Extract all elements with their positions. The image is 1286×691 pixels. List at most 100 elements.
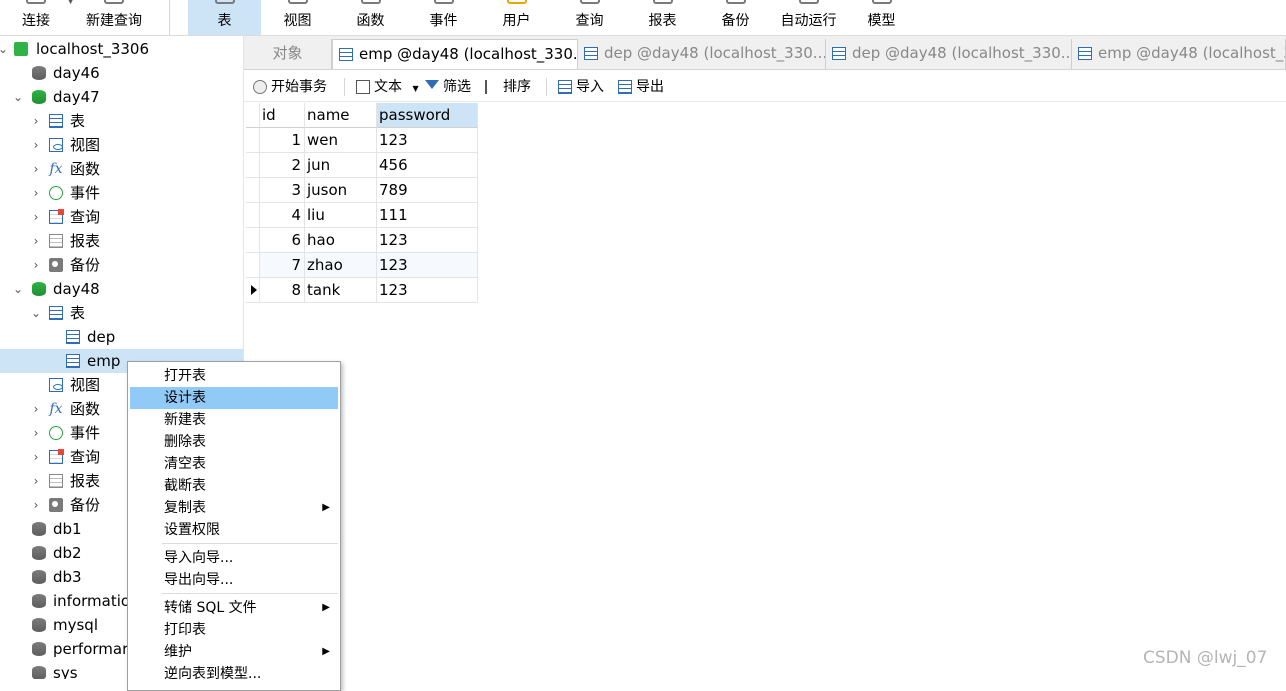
cell-password[interactable]: 789 bbox=[377, 178, 478, 203]
cell-password[interactable]: 123 bbox=[377, 253, 478, 278]
table-row[interactable]: 7 zhao 123 bbox=[246, 253, 478, 278]
chevron-right-icon[interactable]: › bbox=[29, 109, 43, 133]
menu-item-print-table[interactable]: 打印表 bbox=[130, 619, 338, 641]
cell-id[interactable]: 4 bbox=[260, 203, 305, 228]
view-button[interactable]: 视图 bbox=[261, 0, 334, 35]
column-header-id[interactable]: id bbox=[260, 103, 305, 128]
tree-item-table-dep[interactable]: dep bbox=[0, 325, 243, 349]
chevron-right-icon[interactable]: › bbox=[29, 421, 43, 445]
cell-password[interactable]: 123 bbox=[377, 128, 478, 153]
menu-item-open-table[interactable]: 打开表 bbox=[130, 365, 338, 387]
column-header-name[interactable]: name bbox=[305, 103, 377, 128]
cell-name[interactable]: zhao bbox=[305, 253, 377, 278]
row-marker[interactable] bbox=[246, 253, 260, 278]
tree-item-backups[interactable]: › 备份 bbox=[0, 253, 243, 277]
new-query-button[interactable]: 新建查询 bbox=[78, 0, 150, 35]
tree-item-events[interactable]: › 事件 bbox=[0, 181, 243, 205]
text-button[interactable]: 文本 ▼ bbox=[356, 72, 419, 102]
tree-item-queries[interactable]: › 查询 bbox=[0, 205, 243, 229]
chevron-right-icon[interactable]: › bbox=[29, 181, 43, 205]
cell-name[interactable]: juson bbox=[305, 178, 377, 203]
menu-item-maintain[interactable]: 维护 ▶ bbox=[130, 641, 338, 663]
cell-password[interactable]: 111 bbox=[377, 203, 478, 228]
chevron-right-icon[interactable]: › bbox=[29, 493, 43, 517]
chevron-down-icon[interactable]: ⌄ bbox=[29, 301, 43, 325]
menu-item-duplicate-table[interactable]: 复制表 ▶ bbox=[130, 497, 338, 519]
cell-id[interactable]: 3 bbox=[260, 178, 305, 203]
menu-item-design-table[interactable]: 设计表 bbox=[130, 387, 338, 409]
table-row[interactable]: 3 juson 789 bbox=[246, 178, 478, 203]
cell-name[interactable]: wen bbox=[305, 128, 377, 153]
automation-button[interactable]: 自动运行 bbox=[772, 0, 845, 35]
cell-id[interactable]: 8 bbox=[260, 278, 305, 303]
chevron-right-icon[interactable]: › bbox=[29, 157, 43, 181]
filter-button[interactable]: 筛选 bbox=[425, 72, 471, 102]
backup-button[interactable]: 备份 bbox=[699, 0, 772, 35]
query-button[interactable]: 查询 bbox=[553, 0, 626, 35]
chevron-down-icon[interactable]: ⌄ bbox=[11, 85, 25, 109]
menu-item-set-permissions[interactable]: 设置权限 bbox=[130, 519, 338, 541]
cell-name[interactable]: liu bbox=[305, 203, 377, 228]
menu-item-delete-table[interactable]: 删除表 bbox=[130, 431, 338, 453]
cell-password[interactable]: 456 bbox=[377, 153, 478, 178]
chevron-right-icon[interactable]: › bbox=[29, 445, 43, 469]
tab-dep-data[interactable]: dep @day48 (localhost_330... bbox=[826, 39, 1072, 69]
chevron-right-icon[interactable]: › bbox=[29, 229, 43, 253]
chevron-right-icon[interactable]: › bbox=[29, 253, 43, 277]
tree-item-connection[interactable]: ⌄ localhost_3306 bbox=[0, 37, 243, 61]
table-row[interactable]: 6 hao 123 bbox=[246, 228, 478, 253]
table-button[interactable]: 表 bbox=[188, 0, 261, 35]
table-row[interactable]: 1 wen 123 bbox=[246, 128, 478, 153]
row-marker[interactable] bbox=[246, 178, 260, 203]
sort-button[interactable]: 排序 bbox=[485, 72, 531, 102]
tab-emp-design[interactable]: emp @day48 (localhost_3 bbox=[1072, 39, 1286, 69]
chevron-right-icon[interactable]: › bbox=[29, 205, 43, 229]
cell-name[interactable]: tank bbox=[305, 278, 377, 303]
tree-item-tables[interactable]: › 表 bbox=[0, 109, 243, 133]
menu-item-empty-table[interactable]: 清空表 bbox=[130, 453, 338, 475]
tab-emp-data[interactable]: emp @day48 (localhost_330... bbox=[332, 39, 578, 69]
tree-item-tables[interactable]: ⌄ 表 bbox=[0, 301, 243, 325]
tree-item-day48[interactable]: ⌄ day48 bbox=[0, 277, 243, 301]
function-button[interactable]: 函数 bbox=[334, 0, 407, 35]
row-marker[interactable] bbox=[246, 228, 260, 253]
model-button[interactable]: 模型 bbox=[845, 0, 918, 35]
chevron-right-icon[interactable]: › bbox=[29, 397, 43, 421]
menu-item-reverse-to-model[interactable]: 逆向表到模型... bbox=[130, 663, 338, 685]
tab-objects[interactable]: 对象 bbox=[244, 39, 332, 69]
tree-item-reports[interactable]: › 报表 bbox=[0, 229, 243, 253]
chevron-down-icon[interactable]: ▼ bbox=[67, 0, 74, 6]
import-button[interactable]: 导入 bbox=[558, 72, 604, 102]
table-row[interactable]: 8 tank 123 bbox=[246, 278, 478, 303]
connect-button[interactable]: ▼ 连接 bbox=[10, 0, 74, 35]
row-marker[interactable] bbox=[246, 203, 260, 228]
tab-dep-design[interactable]: dep @day48 (localhost_330... bbox=[578, 39, 826, 69]
chevron-down-icon[interactable]: ⌄ bbox=[11, 277, 25, 301]
cell-id[interactable]: 6 bbox=[260, 228, 305, 253]
chevron-down-icon[interactable]: ⌄ bbox=[0, 37, 10, 61]
chevron-down-icon[interactable]: ▼ bbox=[412, 84, 418, 93]
tree-item-views[interactable]: › 视图 bbox=[0, 133, 243, 157]
event-button[interactable]: 事件 bbox=[407, 0, 480, 35]
chevron-right-icon[interactable]: › bbox=[29, 133, 43, 157]
column-header-password[interactable]: password bbox=[377, 103, 478, 128]
cell-id[interactable]: 2 bbox=[260, 153, 305, 178]
tree-item-day46[interactable]: day46 bbox=[0, 61, 243, 85]
cell-password[interactable]: 123 bbox=[377, 278, 478, 303]
cell-name[interactable]: hao bbox=[305, 228, 377, 253]
cell-id[interactable]: 1 bbox=[260, 128, 305, 153]
row-marker[interactable] bbox=[246, 128, 260, 153]
cell-id[interactable]: 7 bbox=[260, 253, 305, 278]
tree-item-functions[interactable]: › fx 函数 bbox=[0, 157, 243, 181]
export-button[interactable]: 导出 bbox=[618, 72, 664, 102]
menu-item-export-wizard[interactable]: 导出向导... bbox=[130, 569, 338, 591]
menu-item-dump-sql[interactable]: 转储 SQL 文件 ▶ bbox=[130, 597, 338, 619]
menu-item-truncate-table[interactable]: 截断表 bbox=[130, 475, 338, 497]
cell-name[interactable]: jun bbox=[305, 153, 377, 178]
menu-item-import-wizard[interactable]: 导入向导... bbox=[130, 547, 338, 569]
table-row[interactable]: 2 jun 456 bbox=[246, 153, 478, 178]
cell-password[interactable]: 123 bbox=[377, 228, 478, 253]
table-row[interactable]: 4 liu 111 bbox=[246, 203, 478, 228]
report-button[interactable]: 报表 bbox=[626, 0, 699, 35]
row-marker[interactable] bbox=[246, 153, 260, 178]
